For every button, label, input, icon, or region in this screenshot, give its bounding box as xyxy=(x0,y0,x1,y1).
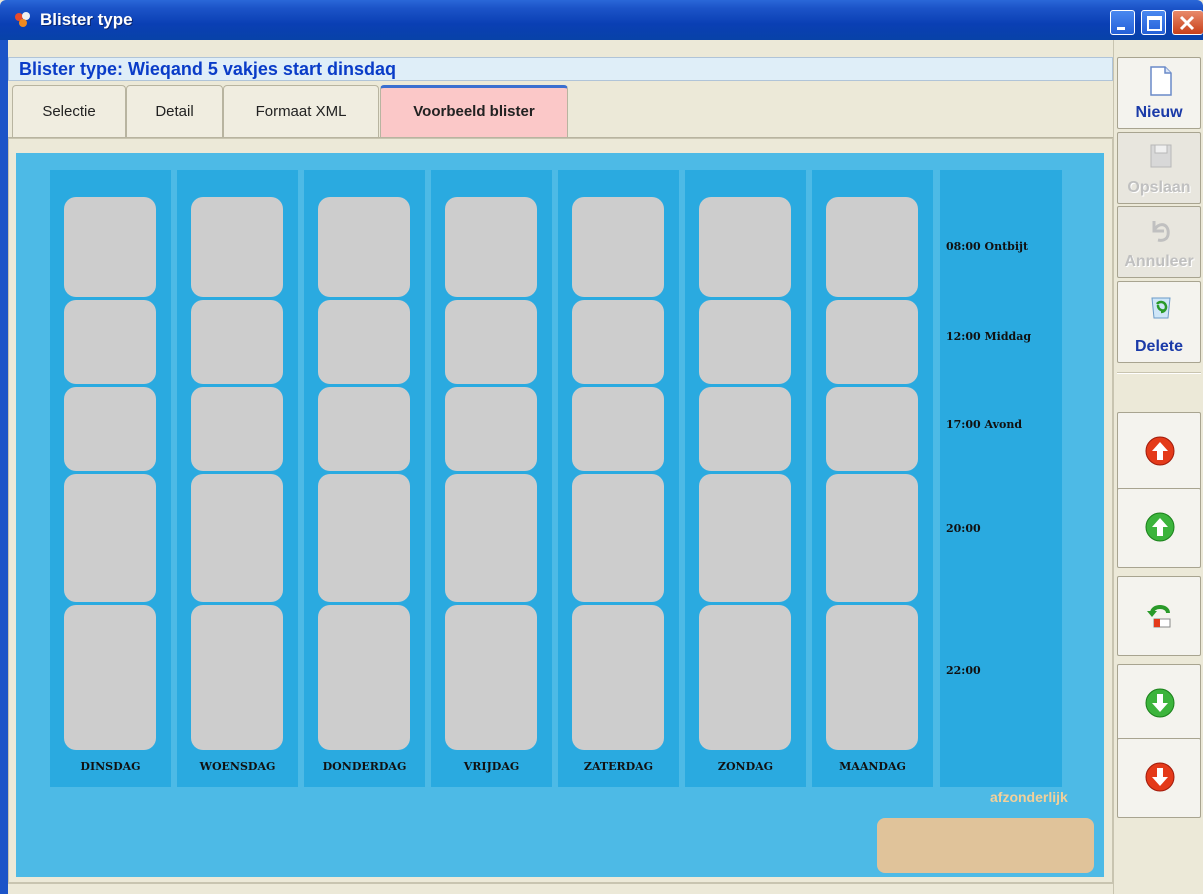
time-column xyxy=(940,170,1062,787)
blister-cell[interactable] xyxy=(572,387,664,471)
restore-button[interactable] xyxy=(1117,576,1201,656)
time-label-avond: 17:00 Avond xyxy=(946,418,1023,431)
window-frame-left xyxy=(0,40,8,894)
minimize-icon xyxy=(1117,27,1125,30)
blister-cell[interactable] xyxy=(64,387,156,471)
day-label-dinsdag: DINSDAG xyxy=(80,760,141,773)
blister-cell[interactable] xyxy=(318,197,410,297)
day-label-zondag: ZONDAG xyxy=(717,760,774,773)
cancel-button[interactable]: Annuleer xyxy=(1117,206,1201,278)
toolbar-separator xyxy=(1117,372,1201,374)
blister-cell[interactable] xyxy=(445,197,537,297)
day-label-maandag: MAANDAG xyxy=(839,760,906,773)
blister-cell[interactable] xyxy=(699,197,791,297)
day-label-zaterdag: ZATERDAG xyxy=(583,760,654,773)
cancel-button-label: Annuleer xyxy=(1124,253,1194,270)
close-button[interactable] xyxy=(1172,10,1203,35)
move-down-button[interactable] xyxy=(1117,664,1201,744)
undo-arrow-icon xyxy=(1152,221,1170,242)
tab-selectie[interactable]: Selectie xyxy=(12,85,126,137)
time-label-ontbijt: 08:00 Ontbijt xyxy=(946,240,1029,253)
record-header: Blister type: Wieqand 5 vakjes start din… xyxy=(8,57,1113,81)
blister-cell[interactable] xyxy=(572,474,664,602)
blister-cell[interactable] xyxy=(191,387,283,471)
arrow-down-red-icon xyxy=(1145,762,1175,792)
tab-detail[interactable]: Detail xyxy=(126,85,223,137)
time-label-middag: 12:00 Middag xyxy=(946,330,1032,343)
arrow-down-green-icon xyxy=(1145,688,1175,718)
blister-cell[interactable] xyxy=(64,605,156,750)
blister-cell[interactable] xyxy=(699,387,791,471)
separate-label: afzonderlijk xyxy=(990,789,1068,805)
blister-cell[interactable] xyxy=(191,300,283,384)
blister-cell[interactable] xyxy=(572,300,664,384)
blister-cell[interactable] xyxy=(699,605,791,750)
blister-cell[interactable] xyxy=(445,605,537,750)
save-icon xyxy=(1150,144,1172,168)
move-bottom-button[interactable] xyxy=(1117,738,1201,818)
blister-cell[interactable] xyxy=(64,300,156,384)
app-icon xyxy=(15,12,30,27)
blister-cell[interactable] xyxy=(191,474,283,602)
separate-compartment xyxy=(877,818,1094,873)
tab-formaat-xml[interactable]: Formaat XML xyxy=(223,85,379,137)
new-button-label: Nieuw xyxy=(1135,104,1183,121)
delete-button-label: Delete xyxy=(1134,338,1184,355)
maximize-icon xyxy=(1147,16,1162,31)
blister-cell[interactable] xyxy=(445,300,537,384)
arrow-up-red-icon xyxy=(1145,436,1175,466)
window-title-bar: Blister type xyxy=(0,0,1203,40)
blister-cell[interactable] xyxy=(318,387,410,471)
blister-cell[interactable] xyxy=(318,474,410,602)
close-icon xyxy=(1179,15,1195,31)
delete-button[interactable]: Delete xyxy=(1117,281,1201,363)
blister-cell[interactable] xyxy=(826,387,918,471)
blister-cell[interactable] xyxy=(191,197,283,297)
blister-cell[interactable] xyxy=(826,197,918,297)
arrow-up-green-icon xyxy=(1145,512,1175,542)
blister-cell[interactable] xyxy=(572,605,664,750)
blister-cell[interactable] xyxy=(826,300,918,384)
recycle-bin-icon xyxy=(1151,297,1171,319)
tab-voorbeeld-blister[interactable]: Voorbeeld blister xyxy=(380,85,568,137)
blister-cell[interactable] xyxy=(318,300,410,384)
blister-cell[interactable] xyxy=(191,605,283,750)
blister-cell[interactable] xyxy=(699,300,791,384)
day-label-vrijdag: VRIJDAG xyxy=(463,760,520,773)
time-label-2200: 22:00 xyxy=(946,664,981,677)
blister-cell[interactable] xyxy=(64,197,156,297)
blister-cell[interactable] xyxy=(699,474,791,602)
blister-cell[interactable] xyxy=(318,605,410,750)
undo-icon xyxy=(1147,605,1171,628)
record-title: Blister type: Wieqand 5 vakjes start din… xyxy=(19,59,396,79)
minimize-button[interactable] xyxy=(1110,10,1135,35)
blister-cell[interactable] xyxy=(445,387,537,471)
save-button-label: Opslaan xyxy=(1127,179,1191,196)
blister-cell[interactable] xyxy=(445,474,537,602)
new-document-icon xyxy=(1150,66,1172,96)
new-button[interactable]: Nieuw xyxy=(1117,57,1201,129)
move-up-button[interactable] xyxy=(1117,488,1201,568)
blister-cell[interactable] xyxy=(826,605,918,750)
status-bar xyxy=(8,883,1113,894)
move-top-button[interactable] xyxy=(1117,412,1201,492)
maximize-button[interactable] xyxy=(1141,10,1166,35)
day-label-donderdag: DONDERDAG xyxy=(322,760,407,773)
blister-cell[interactable] xyxy=(64,474,156,602)
blister-cell[interactable] xyxy=(572,197,664,297)
time-label-2000: 20:00 xyxy=(946,522,981,535)
save-button[interactable]: Opslaan xyxy=(1117,132,1201,204)
blister-cell[interactable] xyxy=(826,474,918,602)
window-title: Blister type xyxy=(40,10,133,29)
day-label-woensdag: WOENSDAG xyxy=(199,760,276,773)
